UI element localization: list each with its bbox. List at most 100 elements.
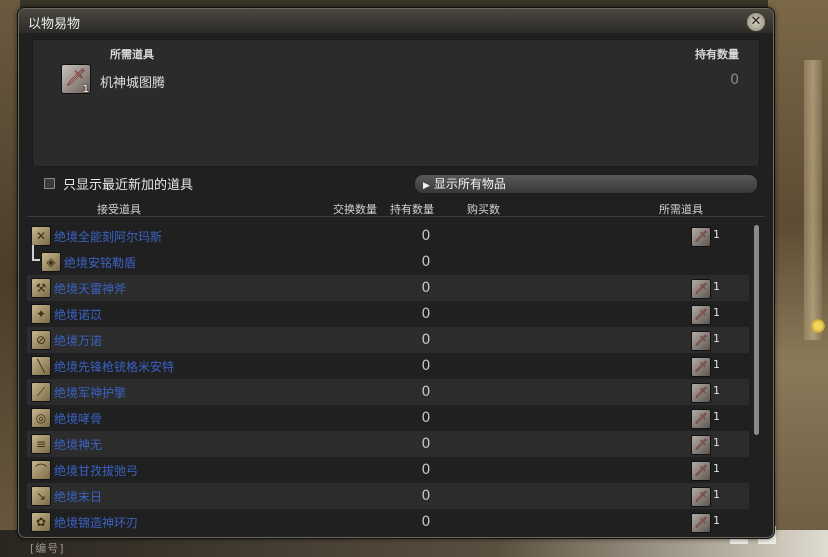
totem-cost-icon: 🗡 (691, 279, 711, 299)
list-item[interactable]: ≡ 绝境神无 0 🗡 1 (27, 431, 749, 457)
col-owned: 持有数量 (390, 203, 434, 216)
item-owned-count: 0 (421, 462, 431, 478)
col-required: 所需道具 (659, 203, 703, 216)
totem-cost-icon: 🗡 (691, 513, 711, 533)
background-pillar (804, 60, 822, 340)
cost-qty: 1 (713, 306, 720, 319)
totem-cost-icon: 🗡 (691, 409, 711, 429)
play-triangle-icon: ▶ (423, 181, 430, 191)
totem-item-icon[interactable]: 🗡 1 (61, 64, 91, 95)
list-item[interactable]: ⚒ 绝境天雷神斧 0 🗡 1 (27, 275, 749, 301)
ring-blade-icon: ✿ (31, 512, 51, 532)
fist-icon: ⊘ (31, 330, 51, 350)
scrollbar[interactable] (754, 225, 759, 435)
cost-qty: 1 (713, 514, 720, 527)
show-all-label: 显示所有物品 (433, 177, 506, 191)
axe-icon: ⚒ (31, 278, 51, 298)
background-left (0, 0, 20, 557)
item-name-link[interactable]: 绝境诺苡 (54, 306, 102, 323)
show-all-button[interactable]: ▶ 显示所有物品 (414, 174, 758, 194)
cost-qty: 1 (713, 280, 720, 293)
list-item[interactable]: ✦ 绝境诺苡 0 🗡 1 (27, 301, 749, 327)
item-name-link[interactable]: 绝境天雷神斧 (54, 280, 126, 297)
katana-icon: ≡ (31, 434, 51, 454)
item-owned-count: 0 (421, 358, 431, 374)
barter-window: 以物易物 ✕ 所需道具 持有数量 🗡 1 机神城图腾 0 只显示最近新加的道具 … (18, 8, 774, 538)
gunblade-icon: ╲ (31, 356, 51, 376)
item-name-link[interactable]: 绝境军神护擎 (54, 384, 126, 401)
staff-icon: ⟋ (31, 382, 51, 402)
item-name-link[interactable]: 绝境先锋枪铳格米安特 (54, 358, 174, 375)
cost-qty: 1 (713, 332, 720, 345)
totem-cost-icon: 🗡 (691, 487, 711, 507)
item-owned-count: 0 (421, 254, 431, 270)
cost-qty: 1 (713, 488, 720, 501)
list-item[interactable]: ↘ 绝境末日 0 🗡 1 (27, 483, 749, 509)
required-owned-value: 0 (730, 72, 739, 88)
item-owned-count: 0 (421, 488, 431, 504)
item-name-link[interactable]: 绝境神无 (54, 436, 102, 453)
recent-filter-checkbox[interactable] (44, 178, 55, 189)
list-item[interactable]: ⟋ 绝境军神护擎 0 🗡 1 (27, 379, 749, 405)
title-bar[interactable]: 以物易物 ✕ (19, 9, 773, 33)
item-name-link[interactable]: 绝境安铭勒盾 (64, 254, 136, 271)
chakram-icon: ◎ (31, 408, 51, 428)
item-name-link[interactable]: 绝境锦造神环刃 (54, 514, 138, 531)
bow-icon: ⌒ (31, 460, 51, 480)
close-icon: ✕ (750, 14, 762, 29)
list-item[interactable]: ✕ 绝境全能刻阿尔玛斯 0 🗡 1 (27, 223, 749, 249)
item-owned-count: 0 (421, 436, 431, 452)
list-item[interactable]: ✿ 绝境锦造神环刃 0 🗡 1 (27, 509, 749, 535)
chat-log-snippet: [编号] (30, 542, 65, 555)
cost-qty: 1 (713, 384, 720, 397)
required-item-panel: 所需道具 持有数量 🗡 1 机神城图腾 0 (32, 39, 760, 167)
owned-header: 持有数量 (695, 48, 739, 61)
window-title: 以物易物 (28, 17, 81, 32)
close-button[interactable]: ✕ (746, 12, 766, 32)
gun-icon: ↘ (31, 486, 51, 506)
item-owned-count: 0 (421, 514, 431, 530)
totem-cost-icon: 🗡 (691, 383, 711, 403)
item-owned-count: 0 (421, 332, 431, 348)
item-name-link[interactable]: 绝境全能刻阿尔玛斯 (54, 228, 162, 245)
cost-qty: 1 (713, 228, 720, 241)
item-owned-count: 0 (421, 410, 431, 426)
item-list: ✕ 绝境全能刻阿尔玛斯 0 🗡 1 ◈ 绝境安铭勒盾 0 ⚒ 绝境天雷神斧 0 🗡 1 ✦ 绝境诺苡 0 🗡 1 ⊘… (27, 223, 749, 535)
cost-qty: 1 (713, 410, 720, 423)
item-owned-count: 0 (421, 228, 431, 244)
cost-qty: 1 (713, 462, 720, 475)
totem-cost-icon: 🗡 (691, 435, 711, 455)
item-qty-badge: 1 (82, 84, 89, 95)
col-receive-item: 接受道具 (97, 203, 141, 216)
item-owned-count: 0 (421, 306, 431, 322)
flower-decoration (810, 318, 826, 334)
item-owned-count: 0 (421, 280, 431, 296)
recent-filter[interactable]: 只显示最近新加的道具 (44, 174, 193, 193)
item-owned-count: 0 (421, 384, 431, 400)
item-name-link[interactable]: 绝境哮骨 (54, 410, 102, 427)
item-name-link[interactable]: 绝境万诺 (54, 332, 102, 349)
totem-cost-icon: 🗡 (691, 305, 711, 325)
totem-cost-icon: 🗡 (691, 461, 711, 481)
list-item[interactable]: ◎ 绝境哮骨 0 🗡 1 (27, 405, 749, 431)
totem-cost-icon: 🗡 (691, 331, 711, 351)
required-item-name: 机神城图腾 (100, 76, 166, 91)
list-item[interactable]: ╲ 绝境先锋枪铳格米安特 0 🗡 1 (27, 353, 749, 379)
required-item-header: 所需道具 (110, 48, 154, 61)
shield-icon: ◈ (41, 252, 61, 272)
cost-qty: 1 (713, 358, 720, 371)
item-name-link[interactable]: 绝境甘孜拔弛弓 (54, 462, 138, 479)
tree-connector (32, 245, 40, 261)
list-item[interactable]: ⊘ 绝境万诺 0 🗡 1 (27, 327, 749, 353)
totem-cost-icon: 🗡 (691, 357, 711, 377)
column-header: 接受道具 交换数量 持有数量 购买数 所需道具 (27, 198, 765, 217)
list-item[interactable]: ◈ 绝境安铭勒盾 0 (27, 245, 749, 275)
list-item[interactable]: ⌒ 绝境甘孜拔弛弓 0 🗡 1 (27, 457, 749, 483)
recent-filter-label: 只显示最近新加的道具 (63, 178, 194, 193)
totem-cost-icon: 🗡 (691, 227, 711, 247)
polearm-icon: ✦ (31, 304, 51, 324)
swords-icon: ✕ (31, 226, 51, 246)
col-exchange-qty: 交换数量 (333, 203, 377, 216)
cost-qty: 1 (713, 436, 720, 449)
item-name-link[interactable]: 绝境末日 (54, 488, 102, 505)
